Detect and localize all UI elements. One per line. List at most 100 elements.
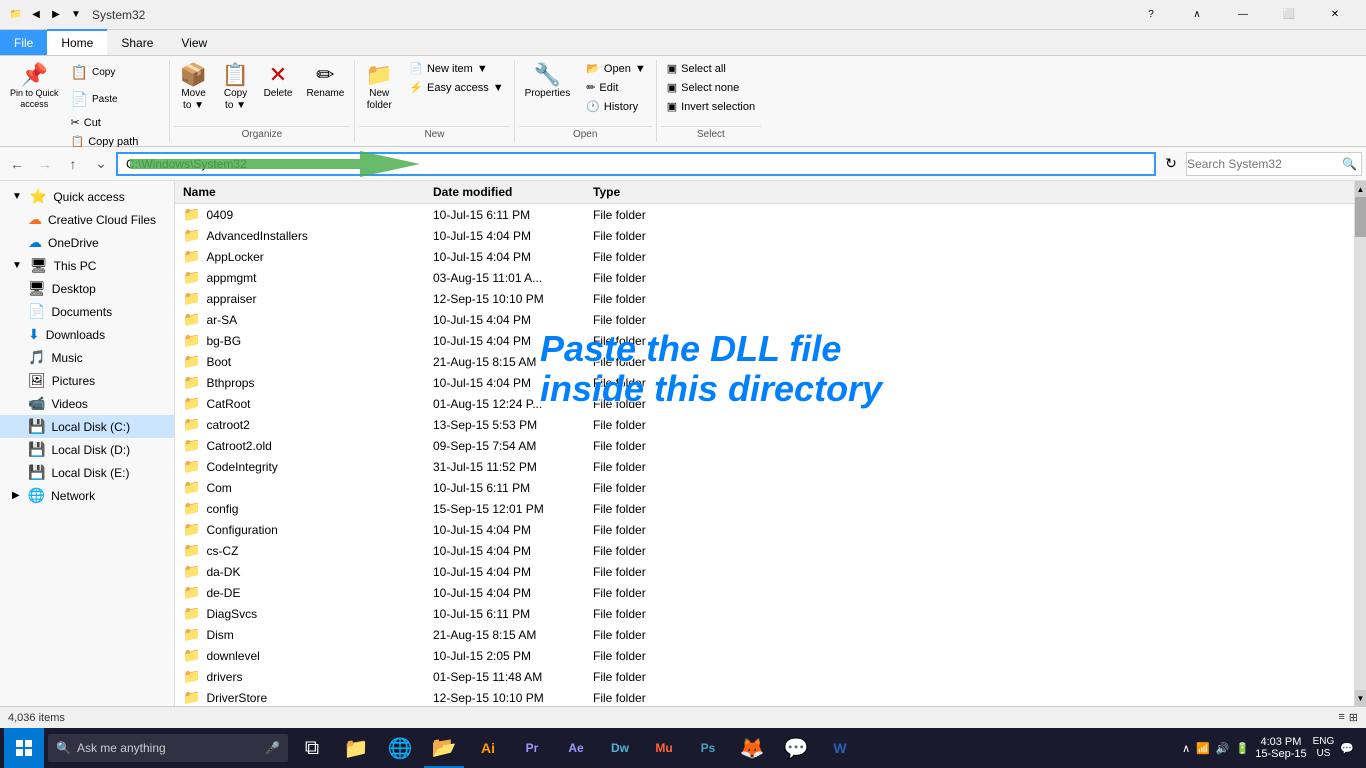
file-date-cell: 10-Jul-15 4:04 PM (433, 334, 593, 348)
taskbar-word-button[interactable]: W (820, 728, 860, 768)
taskbar-photoshop-button[interactable]: Ps (688, 728, 728, 768)
taskbar-dreamweaver-button[interactable]: Dw (600, 728, 640, 768)
paste-button[interactable]: 📄 Paste (65, 87, 165, 112)
table-row[interactable]: 📁 Bthprops 10-Jul-15 4:04 PM File folder (175, 372, 1354, 393)
new-item-button[interactable]: 📄 New item ▼ (403, 60, 509, 77)
taskbar-task-view-button[interactable]: ⧉ (292, 728, 332, 768)
sidebar-item-creative-cloud[interactable]: ☁ Creative Cloud Files (0, 208, 174, 231)
open-button[interactable]: 📂 Open ▼ (580, 60, 652, 77)
start-button[interactable] (4, 728, 44, 768)
help-button[interactable]: ? (1128, 0, 1174, 30)
table-row[interactable]: 📁 AppLocker 10-Jul-15 4:04 PM File folde… (175, 246, 1354, 267)
col-header-name[interactable]: Name (183, 185, 433, 199)
rename-button[interactable]: ✏ Rename (300, 60, 350, 104)
table-row[interactable]: 📁 de-DE 10-Jul-15 4:04 PM File folder (175, 582, 1354, 603)
select-all-button[interactable]: ▣ Select all (661, 60, 761, 77)
cut-button[interactable]: ✂ Cut (65, 114, 165, 131)
sidebar-item-this-pc[interactable]: ▼ 🖥 This PC (0, 254, 174, 277)
taskbar-firefox-button[interactable]: 🦊 (732, 728, 772, 768)
copy-button[interactable]: 📋 Copy (65, 60, 165, 85)
history-button[interactable]: 🕐 History (580, 98, 652, 115)
new-folder-button[interactable]: 📁 New folder (359, 60, 399, 116)
view-details-button[interactable]: ≡ (1338, 711, 1344, 724)
sidebar-item-music[interactable]: 🎵 Music (0, 346, 174, 369)
edit-button[interactable]: ✏ Edit (580, 79, 652, 96)
scroll-track[interactable] (1355, 197, 1366, 690)
taskbar-skype-button[interactable]: 💬 (776, 728, 816, 768)
table-row[interactable]: 📁 config 15-Sep-15 12:01 PM File folder (175, 498, 1354, 519)
taskbar-edge-button[interactable]: 🌐 (380, 728, 420, 768)
table-row[interactable]: 📁 ar-SA 10-Jul-15 4:04 PM File folder (175, 309, 1354, 330)
sidebar-item-onedrive[interactable]: ☁ OneDrive (0, 231, 174, 254)
pin-to-quick-access-button[interactable]: 📌 Pin to Quick access (4, 60, 65, 114)
table-row[interactable]: 📁 drivers 01-Sep-15 11:48 AM File folder (175, 666, 1354, 687)
sidebar-item-local-disk-d[interactable]: 💾 Local Disk (D:) (0, 438, 174, 461)
table-row[interactable]: 📁 Configuration 10-Jul-15 4:04 PM File f… (175, 519, 1354, 540)
sidebar-item-downloads[interactable]: ⬇ Downloads (0, 323, 174, 346)
table-row[interactable]: 📁 Com 10-Jul-15 6:11 PM File folder (175, 477, 1354, 498)
taskbar-premiere-button[interactable]: Pr (512, 728, 552, 768)
copy-to-button[interactable]: 📋 Copy to ▼ (216, 60, 256, 116)
sidebar-item-quick-access[interactable]: ▼ ⭐ Quick access (0, 185, 174, 208)
file-name-label: cs-CZ (206, 544, 238, 558)
minimize-button[interactable]: — (1220, 0, 1266, 30)
move-to-button[interactable]: 📦 Move to ▼ (174, 60, 214, 116)
table-row[interactable]: 📁 0409 10-Jul-15 6:11 PM File folder (175, 204, 1354, 225)
recent-locations-button[interactable]: ⌄ (88, 151, 114, 177)
table-row[interactable]: 📁 AdvancedInstallers 10-Jul-15 4:04 PM F… (175, 225, 1354, 246)
taskbar-adobe-illustrator-button[interactable]: Ai (468, 728, 508, 768)
scroll-down-button[interactable]: ▼ (1355, 690, 1366, 706)
taskbar-folder-app-button[interactable]: 📂 (424, 728, 464, 768)
taskbar-file-explorer-button[interactable]: 📁 (336, 728, 376, 768)
table-row[interactable]: 📁 bg-BG 10-Jul-15 4:04 PM File folder (175, 330, 1354, 351)
table-row[interactable]: 📁 appraiser 12-Sep-15 10:10 PM File fold… (175, 288, 1354, 309)
scrollbar[interactable]: ▲ ▼ (1354, 181, 1366, 706)
back-button[interactable]: ← (4, 151, 30, 177)
delete-button[interactable]: ✕ Delete (258, 60, 299, 104)
table-row[interactable]: 📁 DiagSvcs 10-Jul-15 6:11 PM File folder (175, 603, 1354, 624)
tab-view[interactable]: View (167, 30, 221, 55)
sidebar-item-local-disk-e[interactable]: 💾 Local Disk (E:) (0, 461, 174, 484)
table-row[interactable]: 📁 CatRoot 01-Aug-15 12:24 P... File fold… (175, 393, 1354, 414)
maximize-button[interactable]: ⬜ (1266, 0, 1312, 30)
table-row[interactable]: 📁 Dism 21-Aug-15 8:15 AM File folder (175, 624, 1354, 645)
table-row[interactable]: 📁 DriverStore 12-Sep-15 10:10 PM File fo… (175, 687, 1354, 706)
table-row[interactable]: 📁 catroot2 13-Sep-15 5:53 PM File folder (175, 414, 1354, 435)
table-row[interactable]: 📁 downlevel 10-Jul-15 2:05 PM File folde… (175, 645, 1354, 666)
search-input[interactable] (1187, 157, 1342, 171)
refresh-button[interactable]: ↻ (1158, 151, 1184, 177)
sidebar-item-network[interactable]: ▶ 🌐 Network (0, 484, 174, 507)
col-header-type[interactable]: Type (593, 185, 693, 199)
table-row[interactable]: 📁 Catroot2.old 09-Sep-15 7:54 AM File fo… (175, 435, 1354, 456)
tab-share[interactable]: Share (107, 30, 167, 55)
invert-selection-button[interactable]: ▣ Invert selection (661, 98, 761, 115)
view-tiles-button[interactable]: ⊞ (1349, 711, 1358, 724)
chevron-up-button[interactable]: ∧ (1174, 0, 1220, 30)
easy-access-button[interactable]: ⚡ Easy access ▼ (403, 79, 509, 96)
taskbar-after-effects-button[interactable]: Ae (556, 728, 596, 768)
tab-home[interactable]: Home (47, 29, 107, 55)
scroll-thumb[interactable] (1355, 197, 1366, 237)
table-row[interactable]: 📁 da-DK 10-Jul-15 4:04 PM File folder (175, 561, 1354, 582)
sidebar-item-local-disk-c[interactable]: 💾 Local Disk (C:) (0, 415, 174, 438)
close-button[interactable]: ✕ (1312, 0, 1358, 30)
sidebar-item-pictures[interactable]: 🖼 Pictures (0, 369, 174, 392)
col-header-date[interactable]: Date modified (433, 185, 593, 199)
sidebar-item-desktop[interactable]: 🖥 Desktop (0, 277, 174, 300)
taskbar-search[interactable]: 🔍 Ask me anything 🎤 (48, 734, 288, 762)
select-none-button[interactable]: ▣ Select none (661, 79, 761, 96)
forward-button[interactable]: → (32, 151, 58, 177)
notifications-button[interactable]: 💬 (1340, 742, 1354, 755)
taskbar-muse-button[interactable]: Mu (644, 728, 684, 768)
tab-file[interactable]: File (0, 30, 47, 55)
table-row[interactable]: 📁 appmgmt 03-Aug-15 11:01 A... File fold… (175, 267, 1354, 288)
sidebar-item-videos[interactable]: 📹 Videos (0, 392, 174, 415)
up-button[interactable]: ↑ (60, 151, 86, 177)
table-row[interactable]: 📁 cs-CZ 10-Jul-15 4:04 PM File folder (175, 540, 1354, 561)
table-row[interactable]: 📁 CodeIntegrity 31-Jul-15 11:52 PM File … (175, 456, 1354, 477)
sidebar-item-documents[interactable]: 📄 Documents (0, 300, 174, 323)
scroll-up-button[interactable]: ▲ (1355, 181, 1366, 197)
chevron-up-tray-icon[interactable]: ∧ (1182, 742, 1190, 755)
table-row[interactable]: 📁 Boot 21-Aug-15 8:15 AM File folder (175, 351, 1354, 372)
properties-button[interactable]: 🔧 Properties (519, 60, 577, 104)
